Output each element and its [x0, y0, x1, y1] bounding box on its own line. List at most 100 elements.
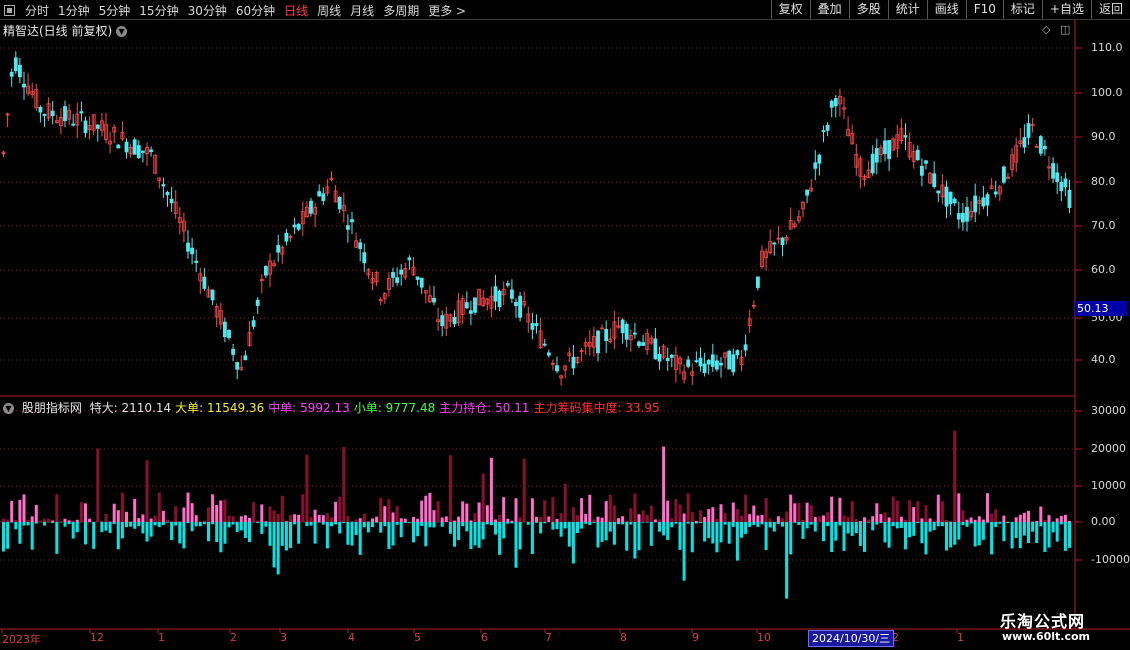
- indicator-bar-negative: [178, 522, 182, 544]
- period-tab[interactable]: 分时: [25, 2, 49, 19]
- candle-body: [633, 332, 637, 335]
- indicator-bar-positive: [387, 499, 391, 522]
- candle-body: [149, 149, 154, 153]
- toolbar-button[interactable]: F10: [965, 0, 1003, 19]
- indicator-bar-negative: [580, 522, 584, 529]
- dropdown-icon[interactable]: ▼: [116, 26, 128, 37]
- indicator-bar-positive: [473, 513, 477, 522]
- indicator-bar-positive: [96, 448, 100, 522]
- period-tab[interactable]: 月线: [350, 2, 374, 19]
- period-tab[interactable]: 1分钟: [58, 2, 90, 19]
- indicator-bar-negative: [276, 522, 280, 575]
- indicator-bar-negative: [1018, 522, 1022, 549]
- chart-canvas[interactable]: [0, 0, 1130, 650]
- date-tick-label: 5: [414, 631, 421, 644]
- indicator-title[interactable]: ▼ 股朋指标网 特大: 2110.14 大单: 11549.36 中单: 5992.…: [3, 399, 668, 416]
- indicator-bar-positive: [149, 518, 153, 522]
- period-tab[interactable]: 60分钟: [236, 2, 275, 19]
- indicator-bar-positive: [990, 513, 994, 522]
- indicator-bar-negative: [936, 522, 940, 527]
- indicator-bar-negative: [227, 522, 231, 528]
- toolbar-button[interactable]: 画线: [926, 0, 966, 19]
- indicator-bar-negative: [22, 522, 26, 526]
- window-menu-icon[interactable]: [4, 4, 15, 16]
- candle-body: [702, 363, 707, 373]
- toolbar-button[interactable]: 叠加: [809, 0, 849, 19]
- candle-body: [833, 98, 838, 107]
- indicator-bar-negative: [116, 522, 120, 550]
- watermark-title: 乐淘公式网: [1000, 612, 1086, 631]
- indicator-bar-positive: [945, 520, 948, 522]
- period-tab[interactable]: 30分钟: [188, 2, 227, 19]
- period-tab[interactable]: 5分钟: [99, 2, 131, 19]
- toolbar-button[interactable]: 返回: [1090, 0, 1130, 19]
- period-tab[interactable]: 周线: [317, 2, 341, 19]
- indicator-bar-negative: [325, 522, 329, 549]
- indicator-bar-positive: [899, 516, 903, 522]
- indicator-bar-positive: [916, 501, 920, 522]
- indicator-bar-negative: [744, 522, 748, 534]
- indicator-menu-icon[interactable]: ▼: [3, 403, 14, 414]
- candle-body: [296, 223, 301, 230]
- date-tick-label: 1: [957, 631, 964, 644]
- indicator-bar-positive: [912, 507, 916, 522]
- indicator-bar-negative: [125, 522, 128, 528]
- toolbar-button[interactable]: 标记: [1002, 0, 1042, 19]
- pane-toggle-icon[interactable]: ◫: [1060, 23, 1070, 36]
- candle-body: [419, 277, 424, 288]
- candle-body: [71, 123, 76, 126]
- date-tick-label: 9: [692, 631, 699, 644]
- indicator-bar-negative: [43, 522, 46, 526]
- indicator-bar-positive: [649, 505, 653, 522]
- indicator-bar-positive: [522, 458, 526, 522]
- indicator-bar-positive: [428, 492, 432, 522]
- toolbar-button[interactable]: 多股: [848, 0, 888, 19]
- period-tab[interactable]: 15分钟: [139, 2, 178, 19]
- indicator-bar-positive: [276, 513, 280, 522]
- indicator-bar-negative: [498, 522, 502, 555]
- indicator-bar-positive: [231, 516, 235, 522]
- candle-body: [452, 316, 457, 325]
- toolbar-button[interactable]: 复权: [770, 0, 810, 19]
- indicator-bar-positive: [641, 510, 645, 522]
- indicator-bar-positive: [67, 520, 71, 522]
- diamond-icon[interactable]: ◇: [1042, 23, 1050, 36]
- indicator-bar-negative: [539, 522, 543, 534]
- indicator-bar-positive: [539, 516, 543, 522]
- indicator-bar-positive: [768, 518, 772, 522]
- indicator-bar-negative: [969, 522, 973, 524]
- indicator-bar-negative: [838, 522, 842, 526]
- candle-body: [1043, 146, 1047, 150]
- indicator-bar-negative: [658, 522, 661, 532]
- indicator-bar-positive: [588, 494, 592, 522]
- indicator-bar-negative: [317, 522, 321, 523]
- candle-body: [669, 354, 674, 358]
- indicator-bar-positive: [973, 519, 977, 522]
- toolbar-button[interactable]: 统计: [887, 0, 927, 19]
- main-pane-title[interactable]: 精智达(日线 前复权) ▼: [3, 22, 128, 39]
- indicator-bar-positive: [502, 497, 506, 522]
- indicator-bar-positive: [346, 516, 350, 522]
- indicator-bar-negative: [231, 522, 235, 525]
- indicator-bar-negative: [781, 522, 784, 527]
- watermark-url: www.60lt.com: [1002, 630, 1091, 643]
- candle-body: [210, 289, 215, 301]
- indicator-bar-negative: [383, 522, 387, 527]
- indicator-bar-negative: [986, 522, 989, 523]
- indicator-bar-negative: [678, 522, 682, 550]
- candle-body: [493, 286, 498, 302]
- indicator-bar-negative: [145, 522, 149, 542]
- indicator-bar-positive: [469, 520, 473, 522]
- indicator-bar-negative: [137, 522, 141, 527]
- indicator-bar-positive: [977, 516, 981, 522]
- toolbar-button[interactable]: +自选: [1041, 0, 1091, 19]
- period-tab[interactable]: 多周期: [383, 2, 419, 19]
- candle-body: [920, 165, 924, 176]
- period-tab[interactable]: 更多 >: [428, 2, 466, 19]
- indicator-bar-negative: [166, 522, 169, 523]
- indicator-bar-positive: [272, 510, 276, 522]
- candle-body: [952, 198, 957, 204]
- indicator-bar-negative: [526, 522, 530, 525]
- indicator-bar-negative: [366, 522, 370, 533]
- period-tab[interactable]: 日线: [284, 2, 308, 19]
